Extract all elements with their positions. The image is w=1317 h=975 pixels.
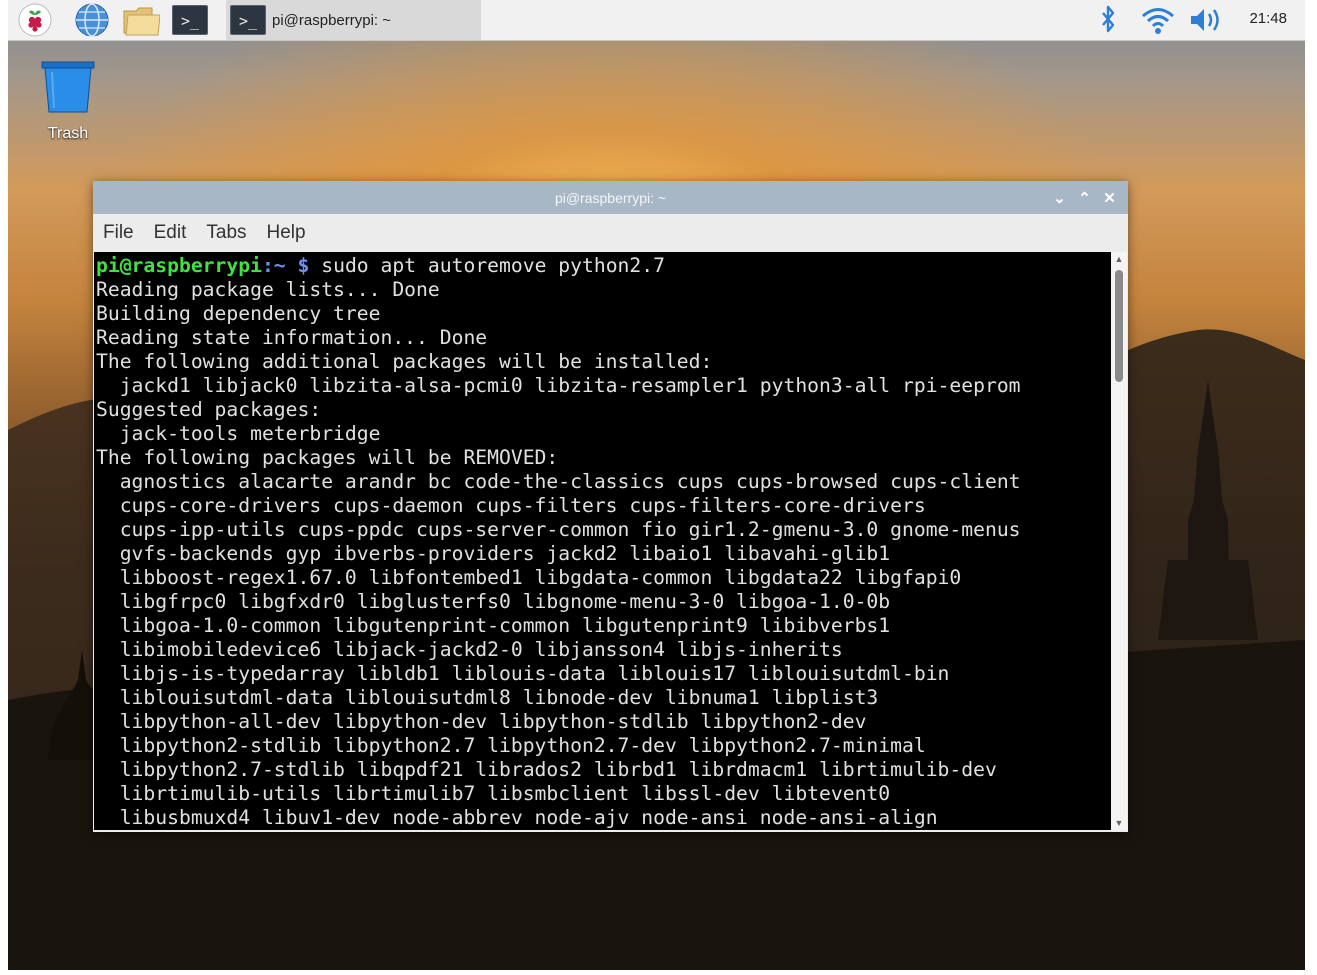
- output-line: libboost-regex1.67.0 libfontembed1 libgd…: [119, 566, 962, 589]
- menu-tabs[interactable]: Tabs: [196, 222, 256, 244]
- wifi-icon: [1142, 8, 1174, 34]
- maximize-icon[interactable]: ⌃: [1072, 189, 1097, 207]
- command-text: sudo apt autoremove python2.7: [321, 254, 665, 277]
- output-line: Reading state information... Done: [96, 326, 488, 349]
- output-line: jack-tools meterbridge: [119, 422, 381, 445]
- output-line: Reading package lists... Done: [96, 278, 440, 301]
- taskbar-task-terminal[interactable]: >_ pi@raspberrypi: ~: [226, 0, 481, 40]
- volume-icon: [1191, 9, 1219, 31]
- scrollbar[interactable]: ▲ ▼: [1111, 252, 1127, 830]
- terminal-output[interactable]: pi@raspberrypi:~ $ sudo apt autoremove p…: [94, 252, 1111, 830]
- terminal-icon: >_: [172, 5, 208, 35]
- web-browser-button[interactable]: [73, 2, 111, 38]
- output-line: cups-ipp-utils cups-ppdc cups-server-com…: [119, 518, 1021, 541]
- scroll-up-icon[interactable]: ▲: [1111, 254, 1127, 264]
- raspberry-icon: [18, 3, 52, 37]
- output-line: libusbmuxd4 libuv1-dev node-abbrev node-…: [96, 806, 938, 829]
- output-line: gvfs-backends gyp ibverbs-providers jack…: [119, 542, 891, 565]
- desktop: >_ >_ pi@raspberrypi: ~ 21:48 Trash pi@r…: [8, 0, 1305, 970]
- prompt-symbol: $: [285, 254, 322, 277]
- output-line: libimobiledevice6 libjack-jackd2-0 libja…: [119, 638, 843, 661]
- close-icon[interactable]: ✕: [1097, 189, 1122, 207]
- prompt-user: pi@raspberrypi: [96, 254, 262, 277]
- file-manager-button[interactable]: [122, 2, 160, 38]
- scrollbar-thumb[interactable]: [1115, 270, 1123, 382]
- globe-icon: [75, 3, 109, 37]
- raspberry-menu-button[interactable]: [16, 2, 54, 38]
- terminal-window: pi@raspberrypi: ~ ⌄ ⌃ ✕ File Edit Tabs H…: [93, 181, 1128, 832]
- bluetooth-button[interactable]: [1095, 0, 1121, 40]
- terminal-icon: >_: [230, 5, 266, 35]
- output-line: libjs-is-typedarray libldb1 liblouis-dat…: [119, 662, 950, 685]
- window-controls: ⌄ ⌃ ✕: [1047, 181, 1122, 214]
- output-line: The following packages will be REMOVED:: [96, 446, 559, 469]
- clock[interactable]: 21:48: [1249, 10, 1287, 27]
- volume-button[interactable]: [1188, 0, 1226, 40]
- output-lines: Reading package lists... Done Building d…: [96, 278, 1021, 829]
- output-line: libpython-all-dev libpython-dev libpytho…: [119, 710, 867, 733]
- terminal-launcher-button[interactable]: >_: [171, 2, 209, 38]
- output-line: libpython2-stdlib libpython2.7 libpython…: [119, 734, 926, 757]
- menu-edit[interactable]: Edit: [144, 222, 197, 244]
- output-line: jackd1 libjack0 libzita-alsa-pcmi0 libzi…: [119, 374, 1021, 397]
- menubar: File Edit Tabs Help: [93, 214, 1128, 252]
- task-label: pi@raspberrypi: ~: [272, 11, 392, 29]
- output-line: liblouisutdml-data liblouisutdml8 libnod…: [119, 686, 879, 709]
- menu-file[interactable]: File: [93, 222, 144, 244]
- output-line: cups-core-drivers cups-daemon cups-filte…: [119, 494, 926, 517]
- output-line: librtimulib-utils librtimulib7 libsmbcli…: [119, 782, 891, 805]
- folder-icon: [123, 7, 160, 36]
- minimize-icon[interactable]: ⌄: [1047, 189, 1072, 207]
- trash-icon: [41, 61, 95, 113]
- output-line: The following additional packages will b…: [96, 350, 713, 373]
- output-line: Building dependency tree: [96, 302, 381, 325]
- bluetooth-icon: [1102, 5, 1115, 33]
- output-line: Suggested packages:: [96, 398, 322, 421]
- terminal-text: pi@raspberrypi:~ $ sudo apt autoremove p…: [94, 252, 1111, 830]
- output-line: libpython2.7-stdlib libqpdf21 librados2 …: [119, 758, 997, 781]
- scroll-down-icon[interactable]: ▼: [1111, 818, 1127, 828]
- wifi-button[interactable]: [1140, 0, 1176, 40]
- menu-help[interactable]: Help: [257, 222, 316, 244]
- output-line: libgoa-1.0-common libgutenprint-common l…: [119, 614, 891, 637]
- output-line: libgfrpc0 libgfxdr0 libglusterfs0 libgno…: [119, 590, 891, 613]
- window-title: pi@raspberrypi: ~: [554, 189, 667, 206]
- prompt-path: :~: [261, 254, 286, 277]
- taskbar: >_ >_ pi@raspberrypi: ~ 21:48: [8, 0, 1305, 41]
- output-line: agnostics alacarte arandr bc code-the-cl…: [119, 470, 1021, 493]
- trash-label: Trash: [47, 125, 89, 142]
- window-titlebar[interactable]: pi@raspberrypi: ~ ⌄ ⌃ ✕: [93, 181, 1128, 214]
- trash-desktop-icon[interactable]: Trash: [38, 58, 98, 143]
